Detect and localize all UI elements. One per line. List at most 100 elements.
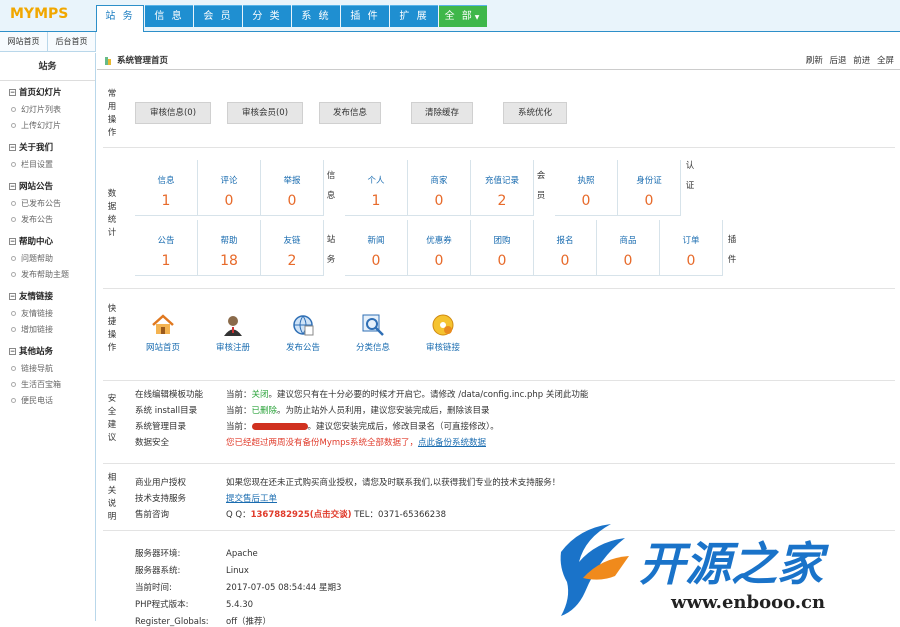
stat-cell[interactable]: 友链 2 (261, 220, 324, 276)
subtab-admin-home[interactable]: 后台首页 (48, 32, 96, 51)
sidebar-group-links[interactable]: − 友情链接 (0, 289, 95, 306)
sidebar-item-link-nav[interactable]: 链接导航 (0, 361, 95, 377)
sidebar-item-published-notices[interactable]: 已发布公告 (0, 196, 95, 212)
sidebar-item-label: 上传幻灯片 (21, 121, 61, 130)
stat-cell[interactable]: 信息 1 (135, 160, 198, 216)
redacted-path (251, 423, 308, 430)
publish-info-button[interactable]: 发布信息 (319, 102, 381, 124)
sidebar-item-life-box[interactable]: 生活百宝箱 (0, 377, 95, 393)
sidebar-group-label: 关于我们 (19, 143, 54, 153)
bullet-icon (11, 382, 16, 387)
sidebar-group-label: 帮助中心 (19, 237, 54, 247)
section-stats: 数据统计 信息 1 评论 0 举报 0 个人 1 商家 0 充值记录 2 执照 0 身份证 0 公告 1 帮助 18 友… (103, 148, 895, 289)
sidebar-item-friend-links[interactable]: 友情链接 (0, 306, 95, 322)
quick-review-register[interactable]: 审核注册 (205, 313, 261, 353)
forward-link[interactable]: 前进 (853, 56, 870, 66)
stat-value: 0 (434, 253, 444, 269)
quick-review-links[interactable]: 审核链接 (415, 313, 471, 353)
section-security: 安全建议 在线编辑模板功能 当前：关闭。建议您只有在十分必要的时候才开启它。请修改… (103, 381, 895, 464)
subtab-site-home[interactable]: 网站首页 (0, 32, 48, 51)
review-member-button[interactable]: 审核会员(0) (227, 102, 303, 124)
review-info-button[interactable]: 审核信息(0) (135, 102, 211, 124)
quick-item-label: 网站首页 (145, 343, 180, 353)
stat-cell[interactable]: 商家 0 (408, 160, 471, 216)
security-prefix: 当前： (226, 390, 252, 400)
qq-label: Q Q： (226, 510, 251, 520)
back-link[interactable]: 后退 (830, 56, 847, 66)
refresh-link[interactable]: 刷新 (806, 56, 823, 66)
sidebar-item-upload-slide[interactable]: 上传幻灯片 (0, 118, 95, 134)
sidebar-item-column-settings[interactable]: 栏目设置 (0, 157, 95, 173)
stat-label: 报名 (556, 236, 574, 246)
sidebar-group-slides[interactable]: − 首页幻灯片 (0, 85, 95, 102)
watermark-logo: 开源之家 www.enbooo.cn (560, 524, 829, 616)
bullet-icon (11, 327, 16, 332)
nav-tab-system[interactable]: 系 统 (292, 5, 340, 27)
quick-publish-notice[interactable]: 发布公告 (275, 313, 331, 353)
clear-cache-button[interactable]: 清除缓存 (411, 102, 473, 124)
stat-cell[interactable]: 执照 0 (555, 160, 618, 216)
sidebar-group-label: 首页幻灯片 (19, 88, 62, 98)
sidebar-item-label: 增加链接 (21, 325, 53, 334)
nav-tab-site[interactable]: 站 务 (96, 5, 144, 32)
stat-cell[interactable]: 帮助 18 (198, 220, 261, 276)
server-row-name: 服务器环境: (135, 549, 181, 559)
section-label: 快捷操作 (107, 304, 117, 353)
stat-label: 商家 (430, 176, 448, 186)
sidebar-item-publish-notice[interactable]: 发布公告 (0, 212, 95, 228)
server-row: 服务器环境: Apache (135, 547, 258, 559)
stat-cell[interactable]: 报名 0 (534, 220, 597, 276)
stat-cell[interactable]: 评论 0 (198, 160, 261, 216)
sidebar-item-label: 栏目设置 (21, 160, 53, 169)
quick-item-label: 分类信息 (355, 343, 390, 353)
stat-value: 1 (371, 193, 381, 209)
server-row: PHP程式版本: 5.4.30 (135, 598, 253, 610)
stat-group-label: 信息 (326, 171, 336, 201)
sidebar-group-other[interactable]: − 其他站务 (0, 344, 95, 361)
nav-tab-category[interactable]: 分 类 (243, 5, 291, 27)
sidebar-item-publish-help[interactable]: 发布帮助主题 (0, 267, 95, 283)
sidebar-group-help[interactable]: − 帮助中心 (0, 234, 95, 251)
stat-cell[interactable]: 商品 0 (597, 220, 660, 276)
sidebar-item-phone[interactable]: 便民电话 (0, 393, 95, 409)
quick-site-home[interactable]: 网站首页 (135, 313, 191, 353)
stat-cell[interactable]: 身份证 0 (618, 160, 681, 216)
stat-cell[interactable]: 公告 1 (135, 220, 198, 276)
optimize-system-button[interactable]: 系统优化 (503, 102, 567, 124)
about-row-name: 售前咨询 (135, 510, 170, 520)
fullscreen-link[interactable]: 全屏 (877, 56, 894, 66)
nav-tab-plugin[interactable]: 插 件 (341, 5, 389, 27)
main-nav: 站 务 信 息 会 员 分 类 系 统 插 件 扩 展 全 部▼ (96, 5, 488, 32)
nav-tab-extend[interactable]: 扩 展 (390, 5, 438, 27)
server-row-value: 2017-07-05 08:54:44 星期3 (226, 583, 342, 593)
qq-chat-link[interactable]: 1367882925(点击交谈) (251, 510, 352, 520)
stat-label: 团购 (493, 236, 511, 246)
watermark-url: www.enbooo.cn (670, 592, 825, 613)
stat-cell[interactable]: 优惠券 0 (408, 220, 471, 276)
nav-tab-all[interactable]: 全 部▼ (439, 5, 487, 27)
quick-category-info[interactable]: 分类信息 (345, 313, 401, 353)
nav-tab-info[interactable]: 信 息 (145, 5, 193, 27)
sidebar-item-label: 友情链接 (21, 309, 53, 318)
globe-icon (293, 315, 314, 336)
backup-link[interactable]: 点此备份系统数据 (418, 438, 486, 448)
stat-cell[interactable]: 团购 0 (471, 220, 534, 276)
stat-cell[interactable]: 个人 1 (345, 160, 408, 216)
sidebar-item-add-link[interactable]: 增加链接 (0, 322, 95, 338)
sidebar-item-help-questions[interactable]: 问题帮助 (0, 251, 95, 267)
sidebar-item-slide-list[interactable]: 幻灯片列表 (0, 102, 95, 118)
submit-ticket-link[interactable]: 提交售后工单 (226, 494, 277, 504)
stat-cell[interactable]: 举报 0 (261, 160, 324, 216)
sidebar-group-about[interactable]: − 关于我们 (0, 140, 95, 157)
stat-value: 0 (287, 193, 297, 209)
stat-cell[interactable]: 充值记录 2 (471, 160, 534, 216)
stat-value: 0 (686, 253, 696, 269)
stat-cell[interactable]: 订单 0 (660, 220, 723, 276)
sidebar-item-label: 幻灯片列表 (21, 105, 61, 114)
stat-cell[interactable]: 新闻 0 (345, 220, 408, 276)
stat-value: 1 (161, 193, 171, 209)
sidebar-group-label: 友情链接 (19, 292, 54, 302)
user-icon (224, 316, 242, 336)
nav-tab-member[interactable]: 会 员 (194, 5, 242, 27)
sidebar-group-notice[interactable]: − 网站公告 (0, 179, 95, 196)
